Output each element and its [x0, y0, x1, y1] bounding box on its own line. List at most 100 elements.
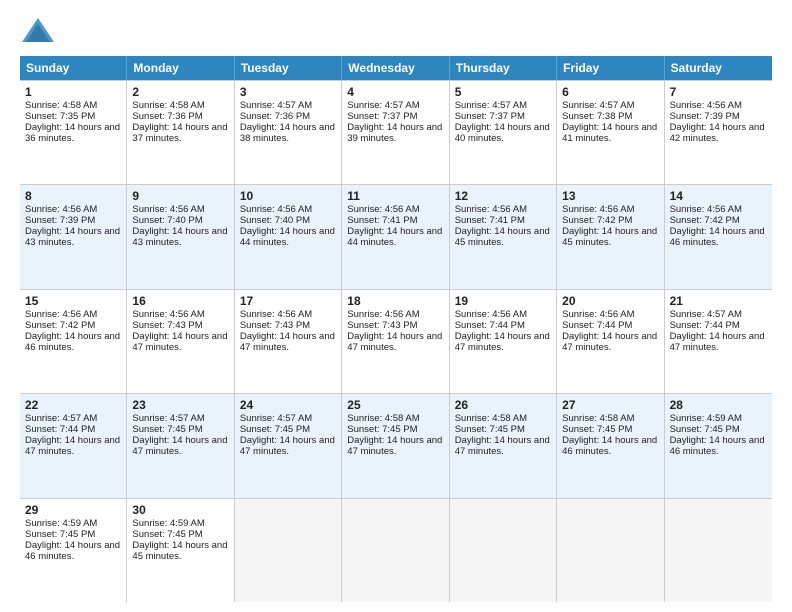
day-number: 15: [25, 294, 121, 308]
sunrise: Sunrise: 4:58 AM: [347, 413, 419, 424]
daylight: Daylight: 14 hours and 45 minutes.: [562, 226, 657, 248]
sunrise: Sunrise: 4:57 AM: [132, 413, 204, 424]
daylight: Daylight: 14 hours and 47 minutes.: [562, 331, 657, 353]
daylight: Daylight: 14 hours and 43 minutes.: [132, 226, 227, 248]
page: SundayMondayTuesdayWednesdayThursdayFrid…: [0, 0, 792, 612]
daylight: Daylight: 14 hours and 40 minutes.: [455, 122, 550, 144]
calendar-cell: 24Sunrise: 4:57 AMSunset: 7:45 PMDayligh…: [235, 394, 342, 497]
calendar-header-day: Monday: [127, 56, 234, 80]
calendar-header-day: Sunday: [20, 56, 127, 80]
sunset: Sunset: 7:37 PM: [455, 111, 525, 122]
day-number: 28: [670, 398, 767, 412]
sunset: Sunset: 7:42 PM: [670, 215, 740, 226]
day-number: 2: [132, 85, 228, 99]
sunset: Sunset: 7:45 PM: [25, 529, 95, 540]
calendar-row: 1Sunrise: 4:58 AMSunset: 7:35 PMDaylight…: [20, 81, 772, 185]
sunrise: Sunrise: 4:56 AM: [240, 204, 312, 215]
calendar-header-day: Saturday: [665, 56, 772, 80]
logo: [20, 16, 60, 46]
daylight: Daylight: 14 hours and 39 minutes.: [347, 122, 442, 144]
calendar-cell: 13Sunrise: 4:56 AMSunset: 7:42 PMDayligh…: [557, 185, 664, 288]
day-number: 27: [562, 398, 658, 412]
sunset: Sunset: 7:40 PM: [240, 215, 310, 226]
sunset: Sunset: 7:45 PM: [240, 424, 310, 435]
sunrise: Sunrise: 4:56 AM: [455, 204, 527, 215]
sunset: Sunset: 7:42 PM: [25, 320, 95, 331]
daylight: Daylight: 14 hours and 38 minutes.: [240, 122, 335, 144]
calendar-cell: 27Sunrise: 4:58 AMSunset: 7:45 PMDayligh…: [557, 394, 664, 497]
day-number: 8: [25, 189, 121, 203]
daylight: Daylight: 14 hours and 47 minutes.: [240, 331, 335, 353]
sunset: Sunset: 7:44 PM: [670, 320, 740, 331]
daylight: Daylight: 14 hours and 44 minutes.: [347, 226, 442, 248]
sunrise: Sunrise: 4:56 AM: [25, 204, 97, 215]
day-number: 22: [25, 398, 121, 412]
daylight: Daylight: 14 hours and 45 minutes.: [455, 226, 550, 248]
calendar-cell: 15Sunrise: 4:56 AMSunset: 7:42 PMDayligh…: [20, 290, 127, 393]
sunset: Sunset: 7:44 PM: [562, 320, 632, 331]
calendar-cell: 26Sunrise: 4:58 AMSunset: 7:45 PMDayligh…: [450, 394, 557, 497]
sunset: Sunset: 7:41 PM: [347, 215, 417, 226]
day-number: 10: [240, 189, 336, 203]
sunset: Sunset: 7:36 PM: [240, 111, 310, 122]
calendar-cell: 22Sunrise: 4:57 AMSunset: 7:44 PMDayligh…: [20, 394, 127, 497]
sunset: Sunset: 7:45 PM: [562, 424, 632, 435]
calendar-cell: 20Sunrise: 4:56 AMSunset: 7:44 PMDayligh…: [557, 290, 664, 393]
day-number: 18: [347, 294, 443, 308]
sunset: Sunset: 7:44 PM: [455, 320, 525, 331]
day-number: 3: [240, 85, 336, 99]
sunrise: Sunrise: 4:56 AM: [455, 309, 527, 320]
sunrise: Sunrise: 4:56 AM: [562, 309, 634, 320]
sunrise: Sunrise: 4:56 AM: [347, 309, 419, 320]
daylight: Daylight: 14 hours and 46 minutes.: [562, 435, 657, 457]
sunset: Sunset: 7:36 PM: [132, 111, 202, 122]
calendar-cell: 17Sunrise: 4:56 AMSunset: 7:43 PMDayligh…: [235, 290, 342, 393]
calendar-header-day: Wednesday: [342, 56, 449, 80]
day-number: 17: [240, 294, 336, 308]
day-number: 11: [347, 189, 443, 203]
sunset: Sunset: 7:35 PM: [25, 111, 95, 122]
day-number: 19: [455, 294, 551, 308]
daylight: Daylight: 14 hours and 47 minutes.: [240, 435, 335, 457]
daylight: Daylight: 14 hours and 46 minutes.: [670, 435, 765, 457]
calendar-cell: [665, 499, 772, 602]
sunset: Sunset: 7:42 PM: [562, 215, 632, 226]
daylight: Daylight: 14 hours and 46 minutes.: [670, 226, 765, 248]
calendar-cell: 5Sunrise: 4:57 AMSunset: 7:37 PMDaylight…: [450, 81, 557, 184]
sunrise: Sunrise: 4:58 AM: [562, 413, 634, 424]
calendar: SundayMondayTuesdayWednesdayThursdayFrid…: [20, 56, 772, 602]
sunrise: Sunrise: 4:57 AM: [240, 413, 312, 424]
sunrise: Sunrise: 4:56 AM: [132, 204, 204, 215]
calendar-cell: 12Sunrise: 4:56 AMSunset: 7:41 PMDayligh…: [450, 185, 557, 288]
sunrise: Sunrise: 4:57 AM: [347, 100, 419, 111]
sunrise: Sunrise: 4:58 AM: [25, 100, 97, 111]
calendar-cell: [557, 499, 664, 602]
calendar-cell: 10Sunrise: 4:56 AMSunset: 7:40 PMDayligh…: [235, 185, 342, 288]
calendar-header-day: Tuesday: [235, 56, 342, 80]
daylight: Daylight: 14 hours and 45 minutes.: [132, 540, 227, 562]
calendar-body: 1Sunrise: 4:58 AMSunset: 7:35 PMDaylight…: [20, 80, 772, 602]
calendar-cell: 19Sunrise: 4:56 AMSunset: 7:44 PMDayligh…: [450, 290, 557, 393]
daylight: Daylight: 14 hours and 47 minutes.: [455, 435, 550, 457]
sunset: Sunset: 7:38 PM: [562, 111, 632, 122]
sunset: Sunset: 7:43 PM: [240, 320, 310, 331]
day-number: 12: [455, 189, 551, 203]
day-number: 5: [455, 85, 551, 99]
day-number: 13: [562, 189, 658, 203]
calendar-cell: [450, 499, 557, 602]
sunrise: Sunrise: 4:56 AM: [562, 204, 634, 215]
calendar-cell: 4Sunrise: 4:57 AMSunset: 7:37 PMDaylight…: [342, 81, 449, 184]
sunrise: Sunrise: 4:57 AM: [562, 100, 634, 111]
day-number: 6: [562, 85, 658, 99]
calendar-cell: 2Sunrise: 4:58 AMSunset: 7:36 PMDaylight…: [127, 81, 234, 184]
sunrise: Sunrise: 4:57 AM: [455, 100, 527, 111]
sunrise: Sunrise: 4:58 AM: [132, 100, 204, 111]
calendar-cell: 23Sunrise: 4:57 AMSunset: 7:45 PMDayligh…: [127, 394, 234, 497]
sunrise: Sunrise: 4:56 AM: [670, 204, 742, 215]
calendar-row: 22Sunrise: 4:57 AMSunset: 7:44 PMDayligh…: [20, 394, 772, 498]
calendar-cell: 28Sunrise: 4:59 AMSunset: 7:45 PMDayligh…: [665, 394, 772, 497]
calendar-cell: 11Sunrise: 4:56 AMSunset: 7:41 PMDayligh…: [342, 185, 449, 288]
daylight: Daylight: 14 hours and 41 minutes.: [562, 122, 657, 144]
sunrise: Sunrise: 4:56 AM: [240, 309, 312, 320]
calendar-cell: 18Sunrise: 4:56 AMSunset: 7:43 PMDayligh…: [342, 290, 449, 393]
